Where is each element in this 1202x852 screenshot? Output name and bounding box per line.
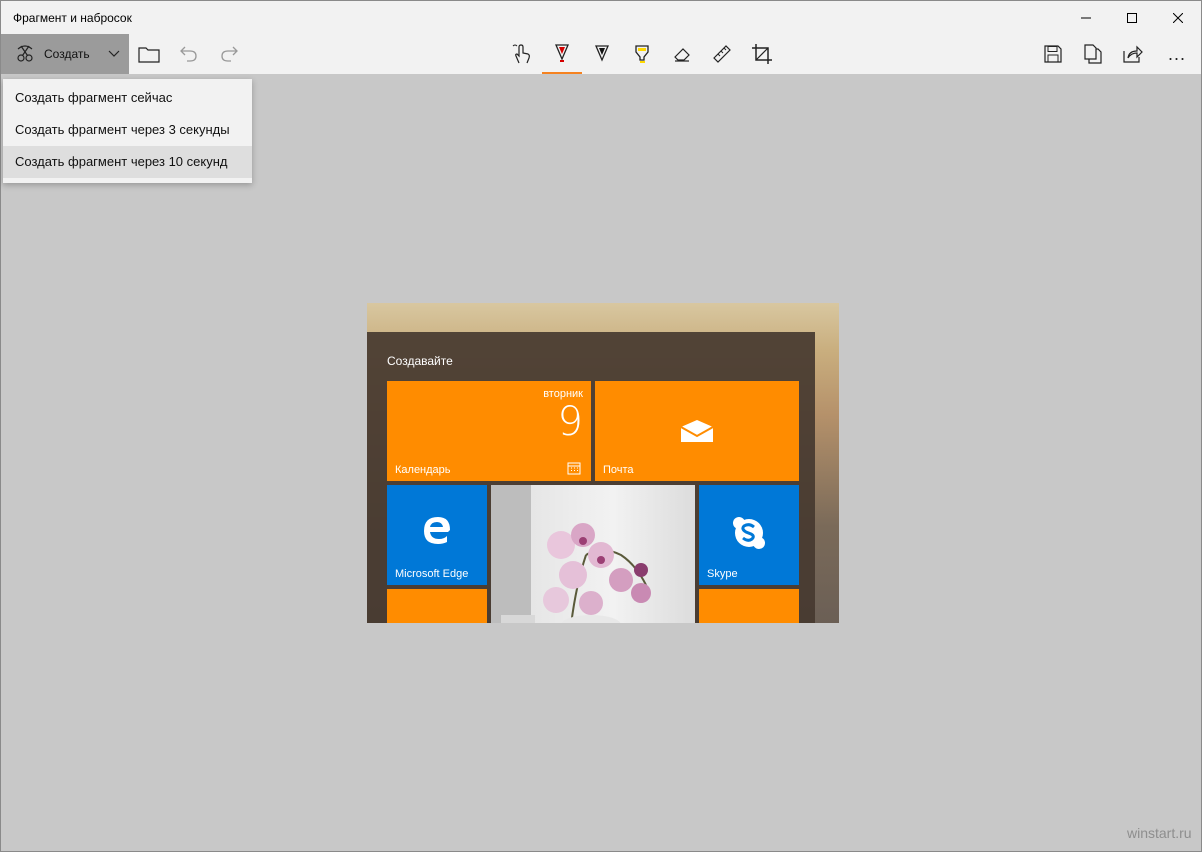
ruler-icon [713, 45, 731, 63]
app-title: Фрагмент и набросок [13, 11, 132, 25]
calendar-tile: вторник 9 Календарь [387, 381, 591, 481]
edge-tile-label: Microsoft Edge [395, 568, 469, 580]
skype-tile-label: Skype [707, 568, 738, 580]
start-menu-panel: Создавайте вторник 9 Календарь Почта Mic… [367, 332, 815, 623]
open-file-button[interactable] [129, 34, 169, 74]
touch-writing-icon [512, 44, 530, 64]
ruler-button[interactable] [702, 34, 742, 74]
minimize-icon [1081, 17, 1091, 18]
maximize-button[interactable] [1109, 1, 1155, 34]
create-split-button: Создать [1, 34, 129, 74]
highlighter-button[interactable] [622, 34, 662, 74]
skype-icon [733, 517, 765, 549]
save-button[interactable] [1033, 34, 1073, 74]
edge-icon [424, 517, 450, 544]
skype-tile: Skype [699, 485, 799, 585]
toolbar: Создать ... [1, 34, 1201, 74]
mail-icon [680, 420, 714, 442]
close-icon [1173, 12, 1183, 23]
captured-snip-image: Создавайте вторник 9 Календарь Почта Mic… [367, 303, 839, 623]
redo-icon [221, 46, 238, 62]
highlighter-icon [635, 45, 649, 63]
minimize-button[interactable] [1063, 1, 1109, 34]
more-options-button[interactable]: ... [1157, 34, 1197, 74]
touch-writing-button[interactable] [502, 34, 542, 74]
redo-button[interactable] [209, 34, 249, 74]
crop-button[interactable] [742, 34, 782, 74]
tile-group-header: Создавайте [387, 354, 453, 368]
create-dropdown-menu: Создать фрагмент сейчас Создать фрагмент… [3, 79, 252, 183]
watermark: winstart.ru [1127, 825, 1192, 841]
ballpoint-pen-button[interactable] [542, 34, 582, 74]
pencil-icon [595, 45, 609, 62]
eraser-icon [674, 48, 690, 62]
save-icon [1044, 45, 1062, 63]
mail-tile-label: Почта [603, 464, 634, 476]
partial-tile-left [387, 589, 487, 623]
copy-icon [1084, 44, 1102, 64]
edge-tile: Microsoft Edge [387, 485, 487, 585]
close-button[interactable] [1155, 1, 1201, 34]
share-icon [1123, 45, 1143, 63]
copy-button[interactable] [1073, 34, 1113, 74]
folder-icon [138, 47, 160, 63]
share-button[interactable] [1113, 34, 1153, 74]
eraser-button[interactable] [662, 34, 702, 74]
mail-tile: Почта [595, 381, 799, 481]
pencil-button[interactable] [582, 34, 622, 74]
menu-item-snip-3-seconds[interactable]: Создать фрагмент через 3 секунды [3, 114, 252, 146]
ballpoint-pen-icon [555, 44, 569, 62]
calendar-date: 9 [557, 399, 583, 445]
menu-item-snip-now[interactable]: Создать фрагмент сейчас [3, 82, 252, 114]
partial-tile-right [699, 589, 799, 623]
snip-icon [17, 45, 33, 62]
photos-tile [491, 485, 695, 623]
calendar-tile-label: Календарь [395, 464, 451, 476]
title-bar: Фрагмент и набросок [1, 1, 1201, 34]
orchid-photo [491, 485, 651, 623]
create-button[interactable]: Создать [1, 34, 99, 74]
maximize-icon [1127, 12, 1137, 23]
create-button-label: Создать [44, 47, 90, 61]
crop-icon [752, 44, 772, 64]
menu-item-snip-10-seconds[interactable]: Создать фрагмент через 10 секунд [3, 146, 252, 178]
create-dropdown-toggle[interactable] [99, 34, 129, 74]
chevron-down-icon [108, 50, 120, 57]
calendar-icon [567, 462, 581, 475]
app-window: Фрагмент и набросок Создать ... Создать … [0, 0, 1202, 852]
undo-button[interactable] [169, 34, 209, 74]
undo-icon [180, 46, 197, 62]
